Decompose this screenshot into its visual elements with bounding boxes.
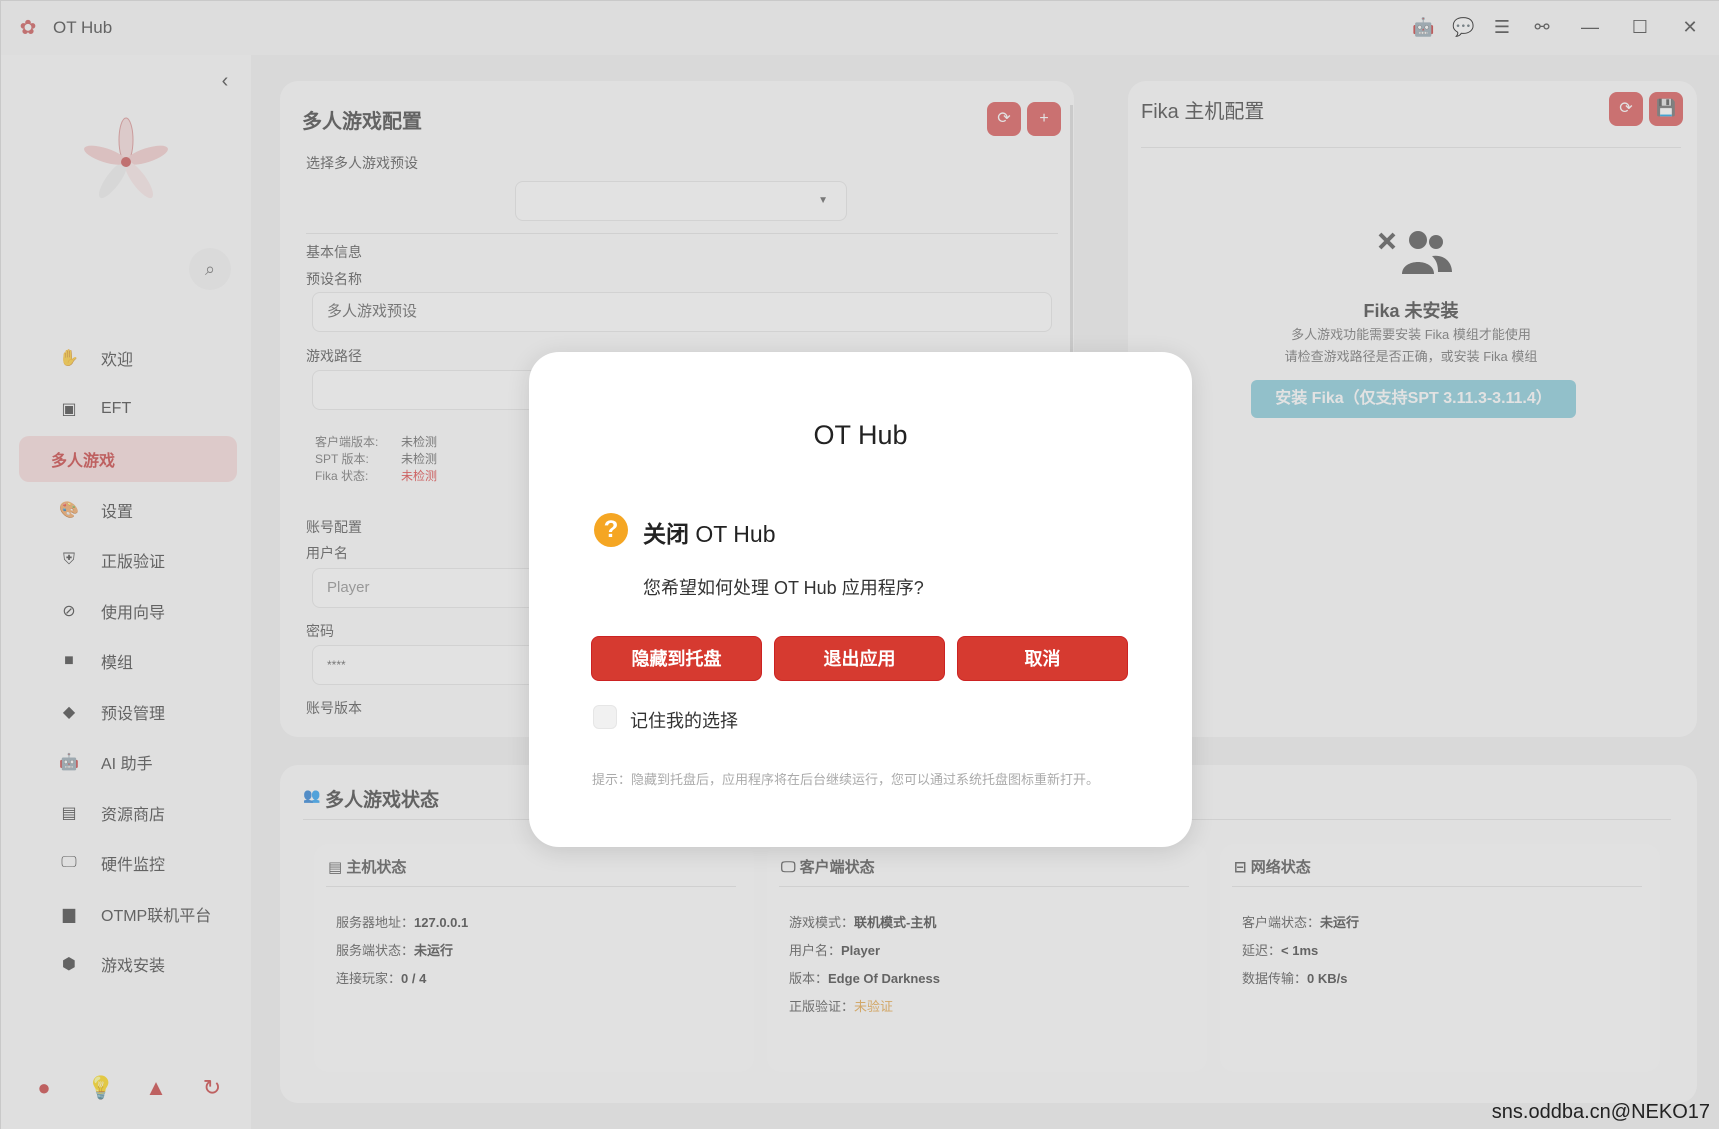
watermark: sns.oddba.cn@NEKO17 [1491,1101,1710,1123]
hide-to-tray-button[interactable]: 隐藏到托盘 [591,636,762,681]
cancel-button[interactable]: 取消 [957,636,1128,681]
remember-choice-checkbox[interactable] [593,705,617,729]
dialog-heading: 关闭 OT Hub [643,521,776,547]
close-dialog: OT Hub ? 关闭 OT Hub 您希望如何处理 OT Hub 应用程序? … [529,352,1192,847]
app-window: ✿ OT Hub 🤖 💬 ☰ ⚯ — ☐ ✕ ‹ ⌕ ✋ 欢迎 ▣ EFT 多人… [0,0,1719,1129]
remember-choice-label[interactable]: 记住我的选择 [630,707,738,733]
dialog-title: OT Hub [813,420,908,450]
exit-app-button[interactable]: 退出应用 [774,636,945,681]
question-icon: ? [594,513,628,547]
dialog-hint: 提示：隐藏到托盘后，应用程序将在后台继续运行，您可以通过系统托盘图标重新打开。 [592,772,1100,787]
dialog-message: 您希望如何处理 OT Hub 应用程序? [643,578,924,598]
